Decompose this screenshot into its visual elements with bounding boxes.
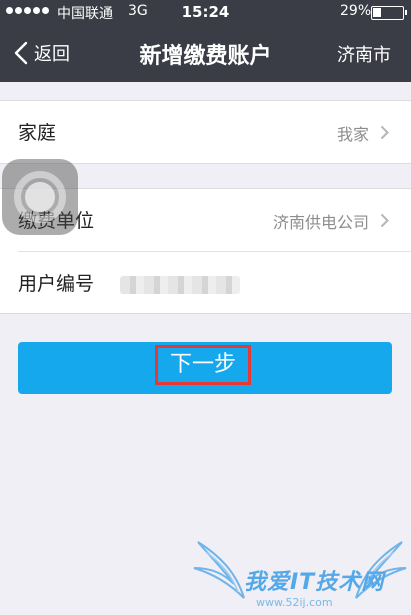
assistive-touch-dot-icon [25,182,55,212]
battery-icon [371,6,407,20]
family-value: 我家 [336,125,369,144]
watermark-text: 我爱IT技术网 [244,570,385,595]
account-type-group: 家庭 我家 [0,100,411,164]
user-number-row[interactable]: 用户编号 [18,251,411,313]
city-selector[interactable]: 济南市 [337,41,391,67]
back-label: 返回 [34,44,70,65]
navigation-bar: 返回 新增缴费账户 济南市 [0,24,411,82]
next-step-button[interactable] [18,342,392,394]
payment-unit-value: 济南供电公司 [272,213,369,232]
family-row[interactable]: 家庭 我家 [0,101,411,163]
status-bar: 中国联通 3G 15:24 29% [0,0,411,24]
battery-fill [373,8,381,17]
user-number-field-redacted[interactable] [120,276,240,294]
user-number-label: 用户编号 [18,273,95,295]
chevron-right-icon [380,213,389,228]
back-button[interactable]: 返回 [14,40,70,66]
family-label: 家庭 [18,122,57,144]
chevron-left-icon [14,41,28,65]
site-watermark: 我爱IT技术网 www.52ij.com [190,538,410,615]
chevron-right-icon [380,125,389,140]
assistive-touch-button[interactable] [2,159,78,235]
watermark-url: www.52ij.com [256,596,333,609]
battery-percent: 29% [340,3,372,19]
